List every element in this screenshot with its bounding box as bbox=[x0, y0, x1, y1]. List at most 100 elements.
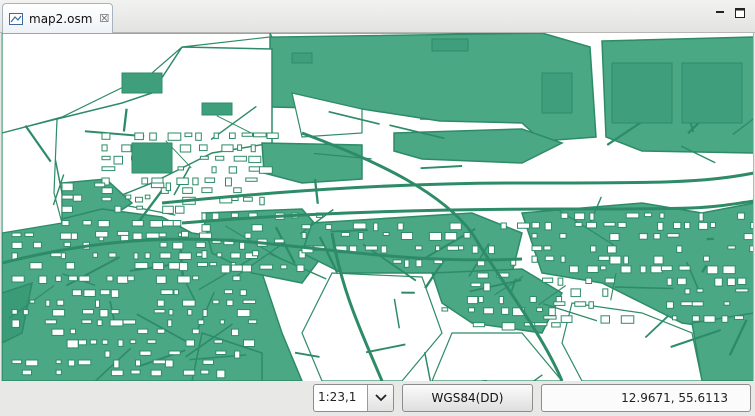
building-block bbox=[230, 252, 241, 259]
building-block bbox=[176, 177, 189, 185]
building-block bbox=[548, 307, 556, 316]
building-block bbox=[241, 264, 253, 273]
building-block bbox=[602, 288, 609, 297]
scale-value[interactable]: 1:23,1 bbox=[314, 385, 367, 411]
building-block bbox=[569, 265, 579, 274]
building-block bbox=[607, 245, 617, 254]
building-block bbox=[182, 299, 196, 307]
building-block bbox=[184, 132, 193, 138]
building-block bbox=[560, 315, 573, 323]
building-block bbox=[414, 245, 423, 251]
building-block bbox=[239, 241, 246, 250]
building-block bbox=[220, 264, 231, 274]
building-block bbox=[435, 245, 441, 252]
building-block bbox=[620, 315, 635, 324]
building-block bbox=[178, 252, 192, 260]
crs-button[interactable]: WGS84(DD) bbox=[402, 384, 533, 412]
building-block bbox=[251, 224, 263, 232]
building-block bbox=[672, 315, 678, 321]
building-block bbox=[691, 301, 704, 307]
building-block bbox=[228, 166, 238, 174]
building-block bbox=[598, 255, 610, 261]
building-block bbox=[55, 275, 62, 282]
building-block bbox=[666, 233, 680, 238]
building-block bbox=[428, 232, 442, 241]
building-block bbox=[44, 319, 57, 325]
chevron-down-icon[interactable] bbox=[367, 385, 393, 411]
building-block bbox=[146, 339, 157, 344]
building-block bbox=[673, 221, 682, 229]
building-block bbox=[244, 232, 252, 239]
building-block bbox=[168, 309, 174, 316]
building-block bbox=[500, 222, 507, 230]
building-block bbox=[543, 315, 557, 320]
map-rendering bbox=[2, 33, 753, 381]
building-block bbox=[56, 299, 65, 306]
building-block bbox=[150, 182, 165, 189]
building-block bbox=[101, 166, 116, 172]
building-block bbox=[177, 275, 191, 284]
building-block bbox=[531, 245, 543, 252]
building-block bbox=[600, 315, 610, 324]
editor-tab-bar: map2.osm ☒ bbox=[0, 0, 755, 33]
building-block bbox=[101, 132, 111, 140]
building-block bbox=[160, 289, 174, 295]
building-block bbox=[743, 233, 753, 241]
building-block bbox=[24, 232, 34, 237]
building-block bbox=[122, 319, 137, 325]
building-block bbox=[650, 265, 663, 274]
building-block bbox=[553, 301, 566, 306]
building-block bbox=[106, 275, 114, 282]
building-block bbox=[113, 359, 120, 369]
building-block bbox=[196, 262, 208, 267]
building-block bbox=[130, 369, 141, 375]
building-block bbox=[231, 328, 240, 337]
building-block bbox=[83, 289, 96, 297]
building-block bbox=[706, 265, 719, 275]
building-block bbox=[156, 299, 165, 307]
building-block bbox=[698, 212, 704, 222]
building-block bbox=[639, 265, 647, 274]
building-block bbox=[441, 307, 449, 312]
building-block bbox=[11, 275, 25, 283]
building-block bbox=[200, 369, 210, 375]
tab-label: map2.osm bbox=[29, 11, 93, 26]
building-block bbox=[51, 328, 65, 336]
building-block bbox=[199, 232, 212, 239]
map-canvas[interactable] bbox=[1, 33, 754, 381]
building-block bbox=[666, 277, 673, 286]
building-block bbox=[258, 166, 273, 174]
building-block bbox=[134, 132, 144, 141]
building-block bbox=[61, 182, 74, 192]
building-block bbox=[153, 309, 166, 314]
building-block bbox=[172, 220, 182, 227]
tab-map2-osm[interactable]: map2.osm ☒ bbox=[2, 3, 113, 33]
building-block bbox=[55, 369, 62, 376]
building-block bbox=[168, 350, 181, 356]
maximize-icon[interactable] bbox=[733, 6, 747, 20]
close-icon[interactable]: ☒ bbox=[99, 12, 109, 25]
building-block bbox=[89, 339, 98, 345]
building-block bbox=[77, 359, 92, 366]
building-block bbox=[703, 315, 716, 323]
minimize-icon[interactable] bbox=[713, 6, 727, 20]
building-block bbox=[152, 262, 165, 271]
building-block bbox=[185, 339, 195, 347]
building-block bbox=[11, 232, 22, 238]
building-block bbox=[721, 315, 729, 323]
building-block bbox=[209, 262, 218, 267]
building-block bbox=[723, 301, 731, 306]
building-block bbox=[241, 132, 254, 137]
building-block bbox=[253, 132, 267, 138]
building-block bbox=[536, 307, 544, 312]
building-block bbox=[159, 252, 172, 259]
building-block bbox=[250, 144, 256, 153]
building-block bbox=[722, 265, 736, 275]
harbour-building bbox=[291, 52, 313, 64]
building-block bbox=[247, 319, 258, 324]
building-block bbox=[134, 262, 149, 269]
building-block bbox=[172, 241, 184, 250]
building-block bbox=[239, 289, 247, 296]
scale-combo[interactable]: 1:23,1 bbox=[313, 384, 394, 412]
building-block bbox=[202, 309, 208, 318]
